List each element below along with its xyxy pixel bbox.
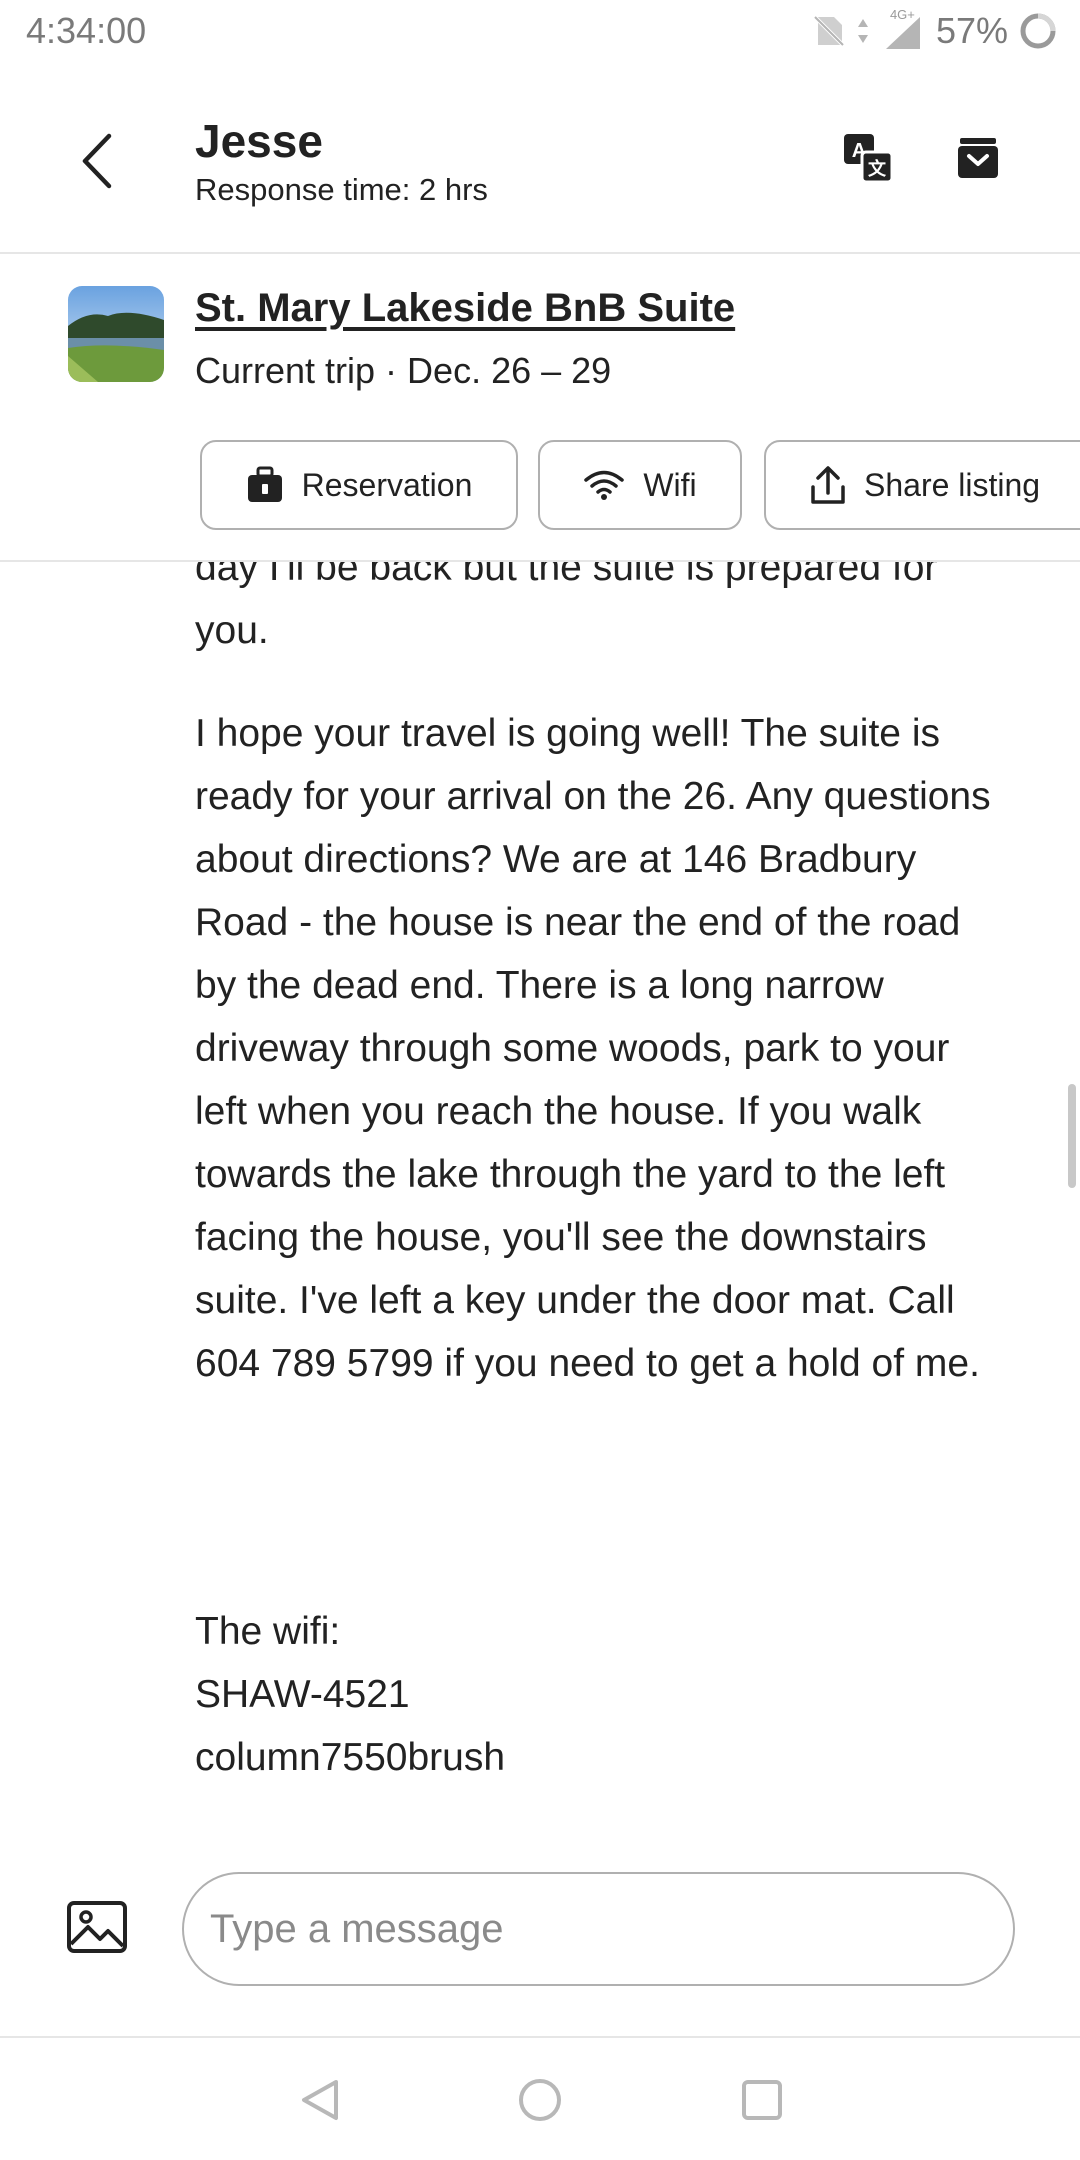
- message-composer: [0, 1852, 1080, 2038]
- scrollbar-thumb[interactable]: [1068, 1084, 1076, 1188]
- image-icon: [67, 1901, 127, 1953]
- response-time: Response time: 2 hrs: [195, 172, 488, 207]
- back-button[interactable]: [62, 126, 132, 196]
- message-text: day I'll be back but the suite is prepar…: [195, 562, 938, 652]
- nav-recents-button[interactable]: [732, 2070, 792, 2130]
- triangle-back-icon: [302, 2080, 338, 2120]
- wifi-details: The wifi: SHAW-4521 column7550brush: [195, 1600, 995, 1789]
- circle-home-icon: [519, 2079, 561, 2121]
- status-icons: 4G+ 57%: [812, 7, 1058, 54]
- system-nav-bar: [0, 2040, 1080, 2160]
- trip-dates: Current trip · Dec. 26 – 29: [195, 350, 612, 391]
- wifi-password: column7550brush: [195, 1736, 506, 1779]
- wifi-button[interactable]: Wifi: [538, 440, 742, 530]
- message-thread[interactable]: day I'll be back but the suite is prepar…: [0, 562, 1080, 1852]
- battery-ring-icon: [1020, 13, 1056, 49]
- reservation-label: Reservation: [301, 466, 473, 503]
- listing-title[interactable]: St. Mary Lakeside BnB Suite: [195, 286, 735, 331]
- listing-section: St. Mary Lakeside BnB Suite Current trip…: [0, 254, 1080, 562]
- status-time: 4:34:00: [26, 10, 147, 51]
- signal-icon: 4G+: [880, 7, 926, 51]
- archive-button[interactable]: [956, 136, 1000, 180]
- nav-home-button[interactable]: [510, 2070, 570, 2130]
- back-arrow-icon: [82, 133, 112, 189]
- status-bar: 4:34:00 4G+ 57%: [0, 0, 1080, 62]
- translate-button[interactable]: A 文: [842, 132, 894, 184]
- nav-back-button[interactable]: [290, 2070, 350, 2130]
- message-text: I hope your travel is going well! The su…: [195, 712, 991, 1385]
- chat-header: Jesse Response time: 2 hrs A 文: [0, 62, 1080, 254]
- wifi-network-name: SHAW-4521: [195, 1673, 410, 1716]
- reservation-button[interactable]: Reservation: [200, 440, 518, 530]
- screen: 4:34:00 4G+ 57% Jesse Response time: 2 h…: [0, 0, 1080, 2160]
- share-listing-button[interactable]: Share listing: [764, 440, 1080, 530]
- no-sim-icon: [813, 15, 845, 47]
- translate-icon: A 文: [844, 134, 894, 184]
- suitcase-icon: [247, 466, 282, 502]
- message-input[interactable]: [182, 1872, 1015, 1986]
- share-listing-label: Share listing: [864, 466, 1041, 503]
- wifi-icon: [584, 470, 625, 500]
- battery-percent: 57%: [935, 10, 1008, 51]
- share-icon: [811, 466, 845, 504]
- wifi-heading: The wifi:: [195, 1610, 341, 1653]
- archive-icon: [958, 138, 998, 178]
- host-name: Jesse: [195, 115, 323, 167]
- square-recents-icon: [742, 2080, 782, 2120]
- data-arrows-icon: [857, 19, 868, 43]
- wifi-label: Wifi: [643, 466, 697, 503]
- svg-text:文: 文: [868, 158, 887, 179]
- add-photo-button[interactable]: [66, 1900, 128, 1954]
- listing-thumbnail[interactable]: [68, 286, 164, 382]
